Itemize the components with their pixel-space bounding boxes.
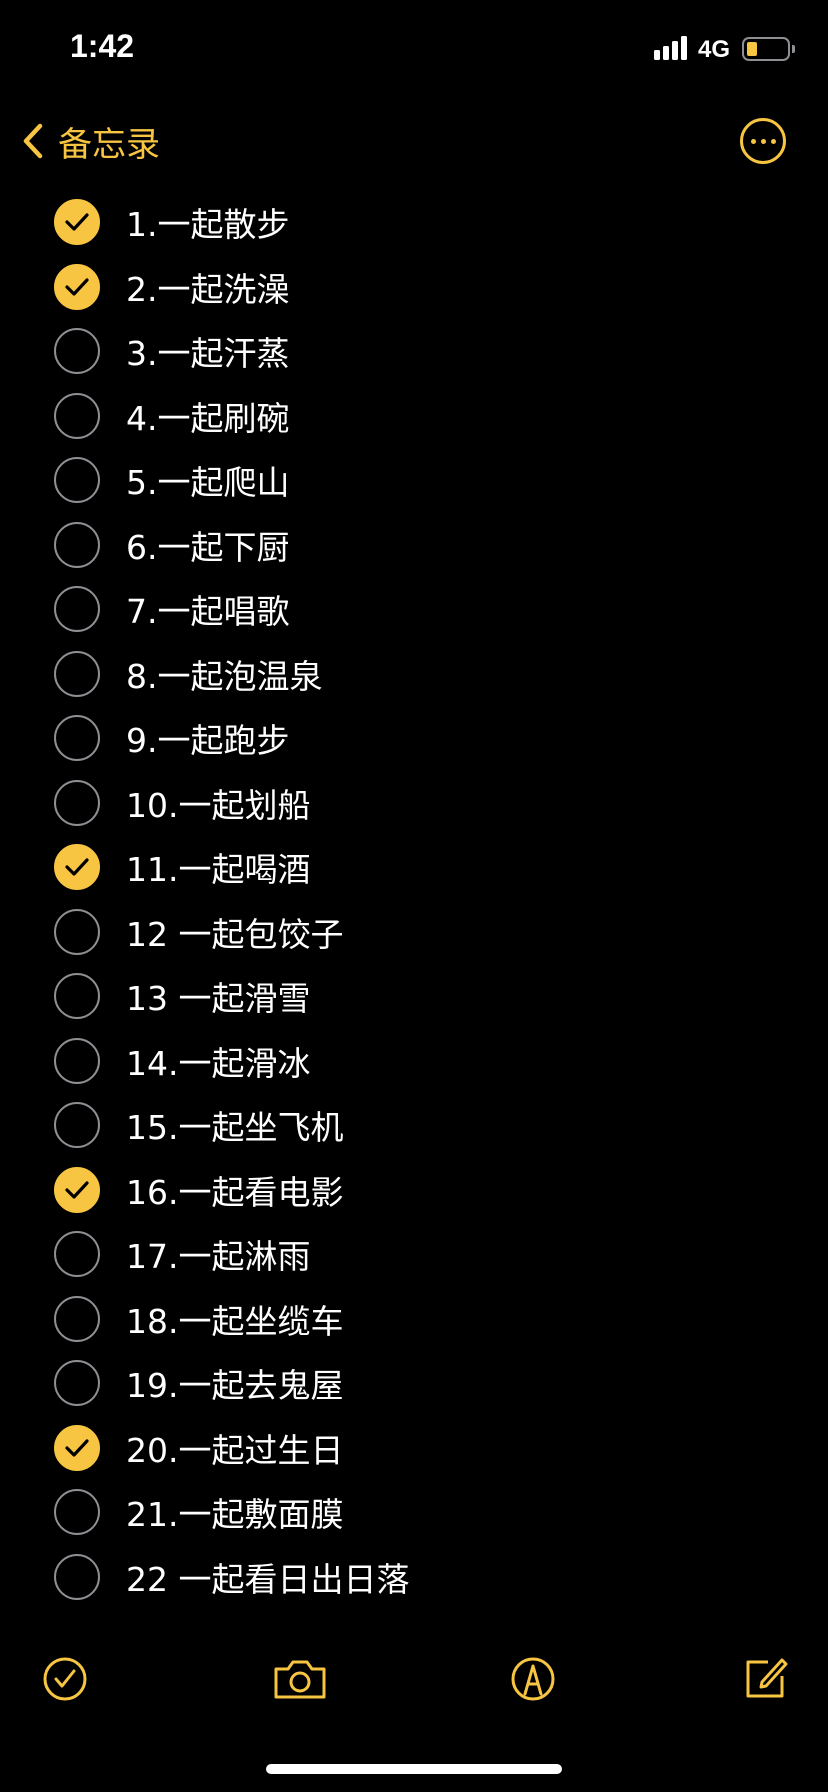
list-item: 12 一起包饺子 <box>0 900 828 965</box>
checkbox-unchecked[interactable] <box>54 457 100 504</box>
home-indicator <box>266 1764 562 1774</box>
checkbox-unchecked[interactable] <box>54 586 100 633</box>
list-item-text[interactable]: 20.一起过生日 <box>126 1424 343 1472</box>
battery-cap <box>792 45 795 53</box>
list-item-text[interactable]: 10.一起划船 <box>126 779 310 827</box>
list-item-text[interactable]: 5.一起爬山 <box>126 456 290 504</box>
checkbox-unchecked[interactable] <box>54 328 100 375</box>
list-item-text[interactable]: 1.一起散步 <box>126 198 290 246</box>
ellipsis-circle-icon <box>750 138 756 144</box>
checkbox-unchecked[interactable] <box>54 392 100 439</box>
battery-fill <box>747 42 757 56</box>
checkbox-unchecked[interactable] <box>54 715 100 762</box>
back-label: 备忘录 <box>58 124 160 165</box>
checkmark-icon <box>65 278 89 296</box>
checkbox-unchecked[interactable] <box>54 1037 100 1084</box>
checkmark-icon <box>65 1439 89 1457</box>
checkbox-checked[interactable] <box>54 1166 100 1213</box>
checkbox-checked[interactable] <box>54 263 100 310</box>
list-item: 21.一起敷面膜 <box>0 1480 828 1545</box>
list-item-text[interactable]: 19.一起去鬼屋 <box>126 1359 343 1407</box>
list-item-text[interactable]: 8.一起泡温泉 <box>126 650 323 698</box>
compose-icon[interactable] <box>740 1654 790 1704</box>
status-time: 1:42 <box>70 28 135 64</box>
list-item: 7.一起唱歌 <box>0 577 828 642</box>
list-item: 19.一起去鬼屋 <box>0 1351 828 1416</box>
checklist-icon[interactable] <box>40 1654 90 1704</box>
list-item: 20.一起过生日 <box>0 1416 828 1481</box>
list-item-text[interactable]: 22 一起看日出日落 <box>126 1553 409 1601</box>
list-item-text[interactable]: 4.一起刷碗 <box>126 392 290 440</box>
checkmark-icon <box>65 213 89 231</box>
list-item: 18.一起坐缆车 <box>0 1287 828 1352</box>
list-item-text[interactable]: 21.一起敷面膜 <box>126 1488 343 1536</box>
list-item: 10.一起划船 <box>0 771 828 836</box>
list-item: 2.一起洗澡 <box>0 255 828 320</box>
checkbox-unchecked[interactable] <box>54 1295 100 1342</box>
checkmark-icon <box>65 1181 89 1199</box>
checkbox-unchecked[interactable] <box>54 1360 100 1407</box>
list-item-text[interactable]: 13 一起滑雪 <box>126 972 310 1020</box>
signal-bars-icon <box>654 36 687 60</box>
list-item: 17.一起淋雨 <box>0 1222 828 1287</box>
back-button[interactable]: 备忘录 <box>22 120 160 165</box>
checkbox-unchecked[interactable] <box>54 1231 100 1278</box>
checklist: 1.一起散步 2.一起洗澡 3.一起汗蒸 4.一起刷碗 5.一起爬山 6.一起下厨 7.一起… <box>0 190 828 1609</box>
checkbox-checked[interactable] <box>54 199 100 246</box>
list-item: 14.一起滑冰 <box>0 1029 828 1094</box>
nav-bar: 备忘录 <box>0 100 828 180</box>
camera-icon[interactable] <box>272 1654 328 1704</box>
list-item: 5.一起爬山 <box>0 448 828 513</box>
list-item: 1.一起散步 <box>0 190 828 255</box>
checkbox-checked[interactable] <box>54 1424 100 1471</box>
list-item: 3.一起汗蒸 <box>0 319 828 384</box>
list-item-text[interactable]: 18.一起坐缆车 <box>126 1295 343 1343</box>
checkbox-unchecked[interactable] <box>54 1489 100 1536</box>
list-item-text[interactable]: 3.一起汗蒸 <box>126 327 290 375</box>
list-item-text[interactable]: 6.一起下厨 <box>126 521 290 569</box>
list-item-text[interactable]: 17.一起淋雨 <box>126 1230 310 1278</box>
more-button[interactable] <box>740 118 786 164</box>
checkbox-checked[interactable] <box>54 844 100 891</box>
checkbox-unchecked[interactable] <box>54 1553 100 1600</box>
list-item: 4.一起刷碗 <box>0 384 828 449</box>
network-label: 4G <box>698 36 731 63</box>
list-item: 11.一起喝酒 <box>0 835 828 900</box>
checkbox-unchecked[interactable] <box>54 779 100 826</box>
list-item: 15.一起坐飞机 <box>0 1093 828 1158</box>
chevron-left-icon <box>23 123 43 159</box>
list-item-text[interactable]: 15.一起坐飞机 <box>126 1101 343 1149</box>
checkbox-unchecked[interactable] <box>54 908 100 955</box>
checkbox-unchecked[interactable] <box>54 1102 100 1149</box>
checkbox-unchecked[interactable] <box>54 973 100 1020</box>
list-item: 13 一起滑雪 <box>0 964 828 1029</box>
list-item-text[interactable]: 11.一起喝酒 <box>126 843 310 891</box>
list-item: 6.一起下厨 <box>0 513 828 578</box>
list-item-text[interactable]: 7.一起唱歌 <box>126 585 290 633</box>
bottom-toolbar <box>0 1640 828 1720</box>
list-item: 8.一起泡温泉 <box>0 642 828 707</box>
list-item: 9.一起跑步 <box>0 706 828 771</box>
checkmark-icon <box>65 858 89 876</box>
list-item-text[interactable]: 12 一起包饺子 <box>126 908 343 956</box>
markup-icon[interactable] <box>508 1654 558 1704</box>
checkbox-unchecked[interactable] <box>54 650 100 697</box>
checkbox-unchecked[interactable] <box>54 521 100 568</box>
status-bar: 1:42 4G <box>0 0 828 100</box>
battery-low-icon <box>742 37 790 61</box>
list-item-text[interactable]: 2.一起洗澡 <box>126 263 290 311</box>
list-item: 22 一起看日出日落 <box>0 1545 828 1610</box>
list-item-text[interactable]: 14.一起滑冰 <box>126 1037 310 1085</box>
list-item-text[interactable]: 16.一起看电影 <box>126 1166 343 1214</box>
list-item: 16.一起看电影 <box>0 1158 828 1223</box>
list-item-text[interactable]: 9.一起跑步 <box>126 714 290 762</box>
